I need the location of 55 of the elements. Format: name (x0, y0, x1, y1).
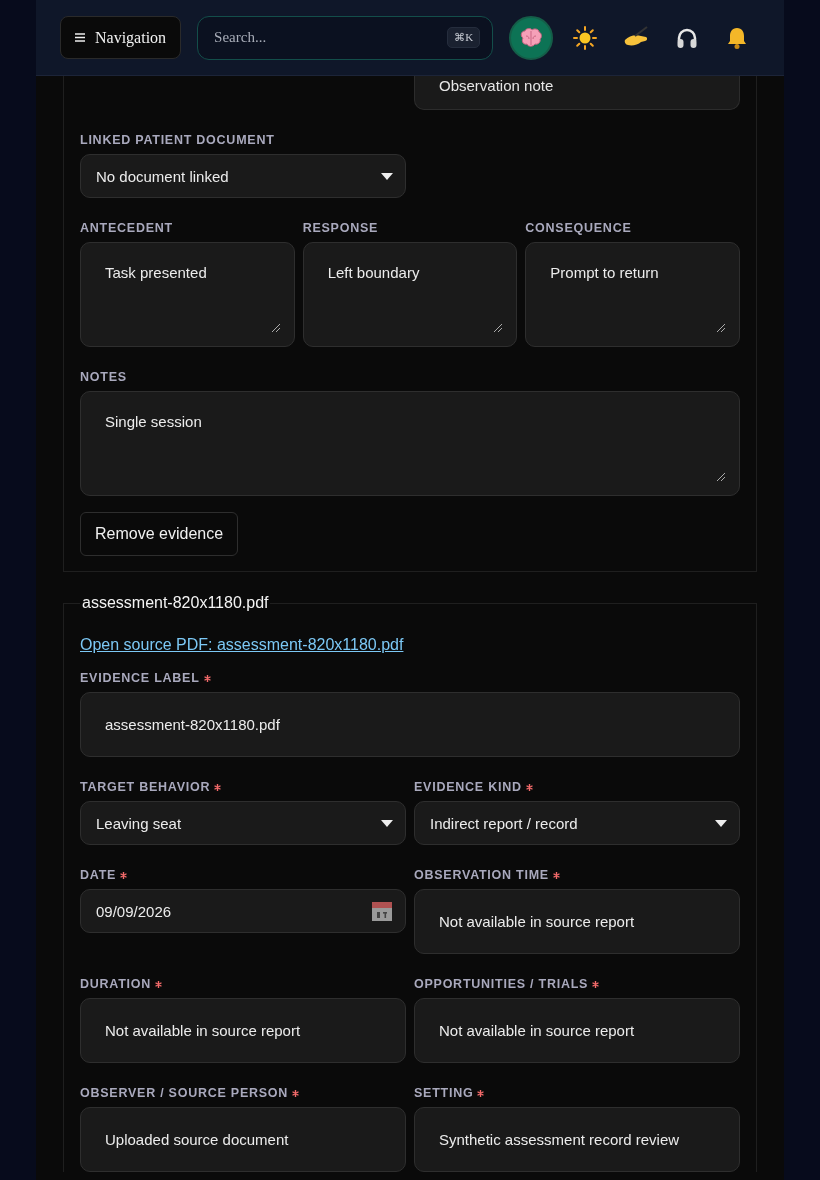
field-label: RESPONSE (302, 221, 379, 235)
field-label: LINKED PATIENT DOCUMENT (80, 133, 275, 147)
text-area[interactable]: Task presented (80, 242, 295, 347)
shortcut-hint: ⌘K (447, 27, 481, 48)
resize-grip-icon[interactable] (494, 324, 503, 332)
required-icon (525, 783, 533, 791)
field-label: EVIDENCE KIND (414, 780, 522, 794)
remove-evidence-button[interactable]: Remove evidence (80, 512, 239, 556)
required-icon (214, 783, 222, 791)
required-icon (552, 871, 560, 879)
navigation-button[interactable]: Navigation (60, 16, 182, 59)
brain-icon (519, 27, 544, 48)
caret-icon (381, 819, 393, 827)
text-area[interactable]: Prompt to return (525, 242, 740, 347)
field-label: EVIDENCE LABEL (80, 671, 200, 685)
date-field[interactable]: 09/09/2026 (80, 889, 406, 933)
resize-grip-icon[interactable] (271, 324, 280, 332)
field-label: OBSERVER / SOURCE PERSON (80, 1086, 289, 1100)
input-field[interactable]: Synthetic assessment record review (414, 1107, 740, 1172)
text-area[interactable]: Left boundary (302, 242, 518, 347)
input-field[interactable]: Observation note (414, 76, 740, 110)
required-icon (292, 1089, 300, 1097)
required-icon (120, 871, 128, 879)
select-field[interactable]: Leaving seat (80, 801, 406, 845)
caret-icon (381, 172, 393, 180)
required-icon (155, 980, 163, 988)
field-label: CONSEQUENCE (525, 221, 632, 235)
field-label: OBSERVATION TIME (414, 868, 549, 882)
input-field[interactable]: Uploaded source document (80, 1107, 406, 1172)
resize-grip-icon[interactable] (717, 324, 725, 332)
input-field[interactable]: Not available in source report (414, 889, 740, 954)
field-label: DURATION (80, 977, 152, 991)
menu-icon (75, 33, 85, 42)
field-label: NOTES (80, 370, 127, 384)
select-field[interactable]: No document linked (80, 154, 406, 198)
field-label: DATE (80, 868, 117, 882)
section-title: assessment-820x1180.pdf (81, 594, 270, 612)
field-label: TARGET BEHAVIOR (80, 780, 211, 794)
required-icon (477, 1089, 485, 1097)
calendar-icon[interactable] (371, 900, 393, 922)
required-icon (592, 980, 600, 988)
search-field[interactable]: Search... ⌘K (197, 15, 494, 60)
input-field[interactable]: Not available in source report (80, 998, 406, 1063)
source-pdf-link[interactable]: Open source PDF: assessment-820x1180.pdf (80, 636, 404, 653)
field-label: OPPORTUNITIES / TRIALS (414, 977, 589, 991)
input-field[interactable]: assessment-820x1180.pdf (80, 692, 740, 757)
required-icon (203, 674, 211, 682)
select-field[interactable]: Indirect report / record (414, 801, 740, 845)
input-field[interactable]: Not available in source report (414, 998, 740, 1063)
caret-icon (715, 819, 727, 827)
text-area[interactable]: Single session (80, 391, 740, 496)
resize-grip-icon[interactable] (717, 473, 725, 481)
field-label: ANTECEDENT (80, 221, 173, 235)
sun-icon[interactable] (573, 25, 598, 50)
field-label: SETTING (414, 1086, 474, 1100)
